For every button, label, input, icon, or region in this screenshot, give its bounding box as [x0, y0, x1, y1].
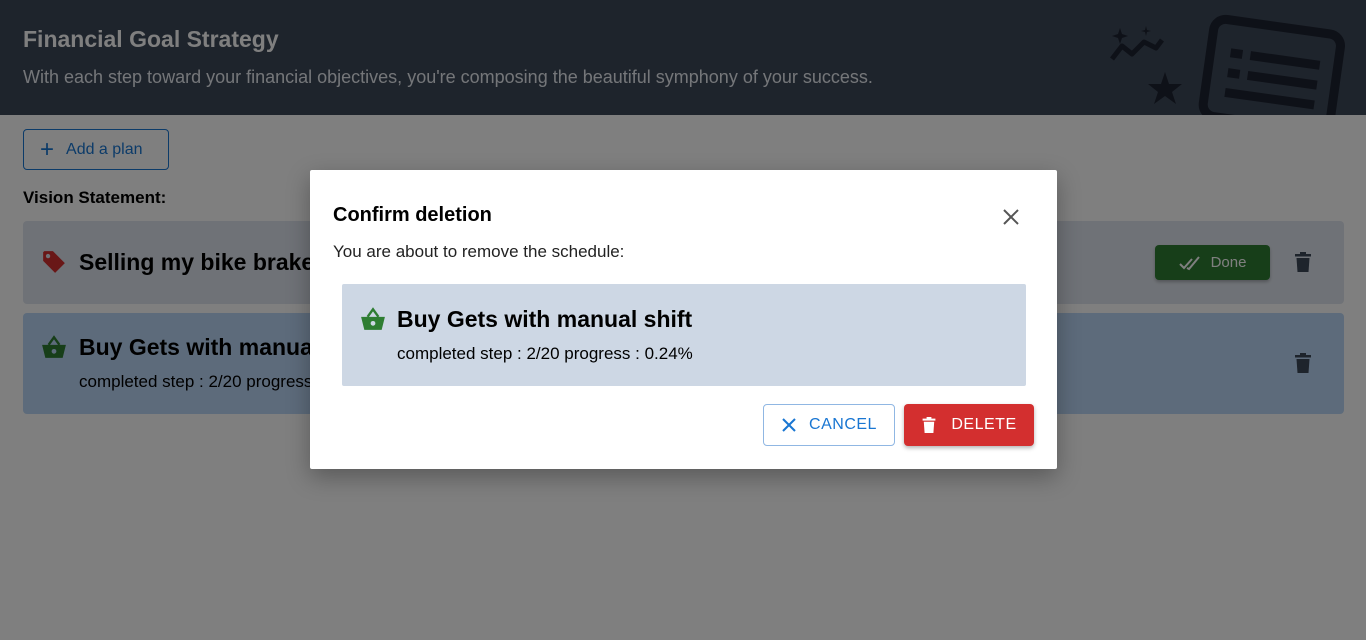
preview-title: Buy Gets with manual shift [397, 306, 693, 332]
cancel-label: CANCEL [809, 416, 877, 433]
cancel-button[interactable]: CANCEL [763, 404, 895, 446]
dialog-message: You are about to remove the schedule: [333, 242, 625, 261]
schedule-preview: Buy Gets with manual shift completed ste… [342, 284, 1026, 386]
preview-progress-text: completed step : 2/20 progress : 0.24% [397, 344, 693, 363]
confirm-delete-dialog: Confirm deletion You are about to remove… [310, 170, 1057, 469]
close-icon[interactable] [1000, 206, 1022, 228]
delete-button[interactable]: DELETE [904, 404, 1034, 446]
close-icon [782, 418, 796, 432]
basket-icon [361, 307, 385, 330]
dialog-title: Confirm deletion [333, 204, 492, 226]
trash-icon [922, 417, 936, 433]
delete-label: DELETE [951, 416, 1017, 433]
